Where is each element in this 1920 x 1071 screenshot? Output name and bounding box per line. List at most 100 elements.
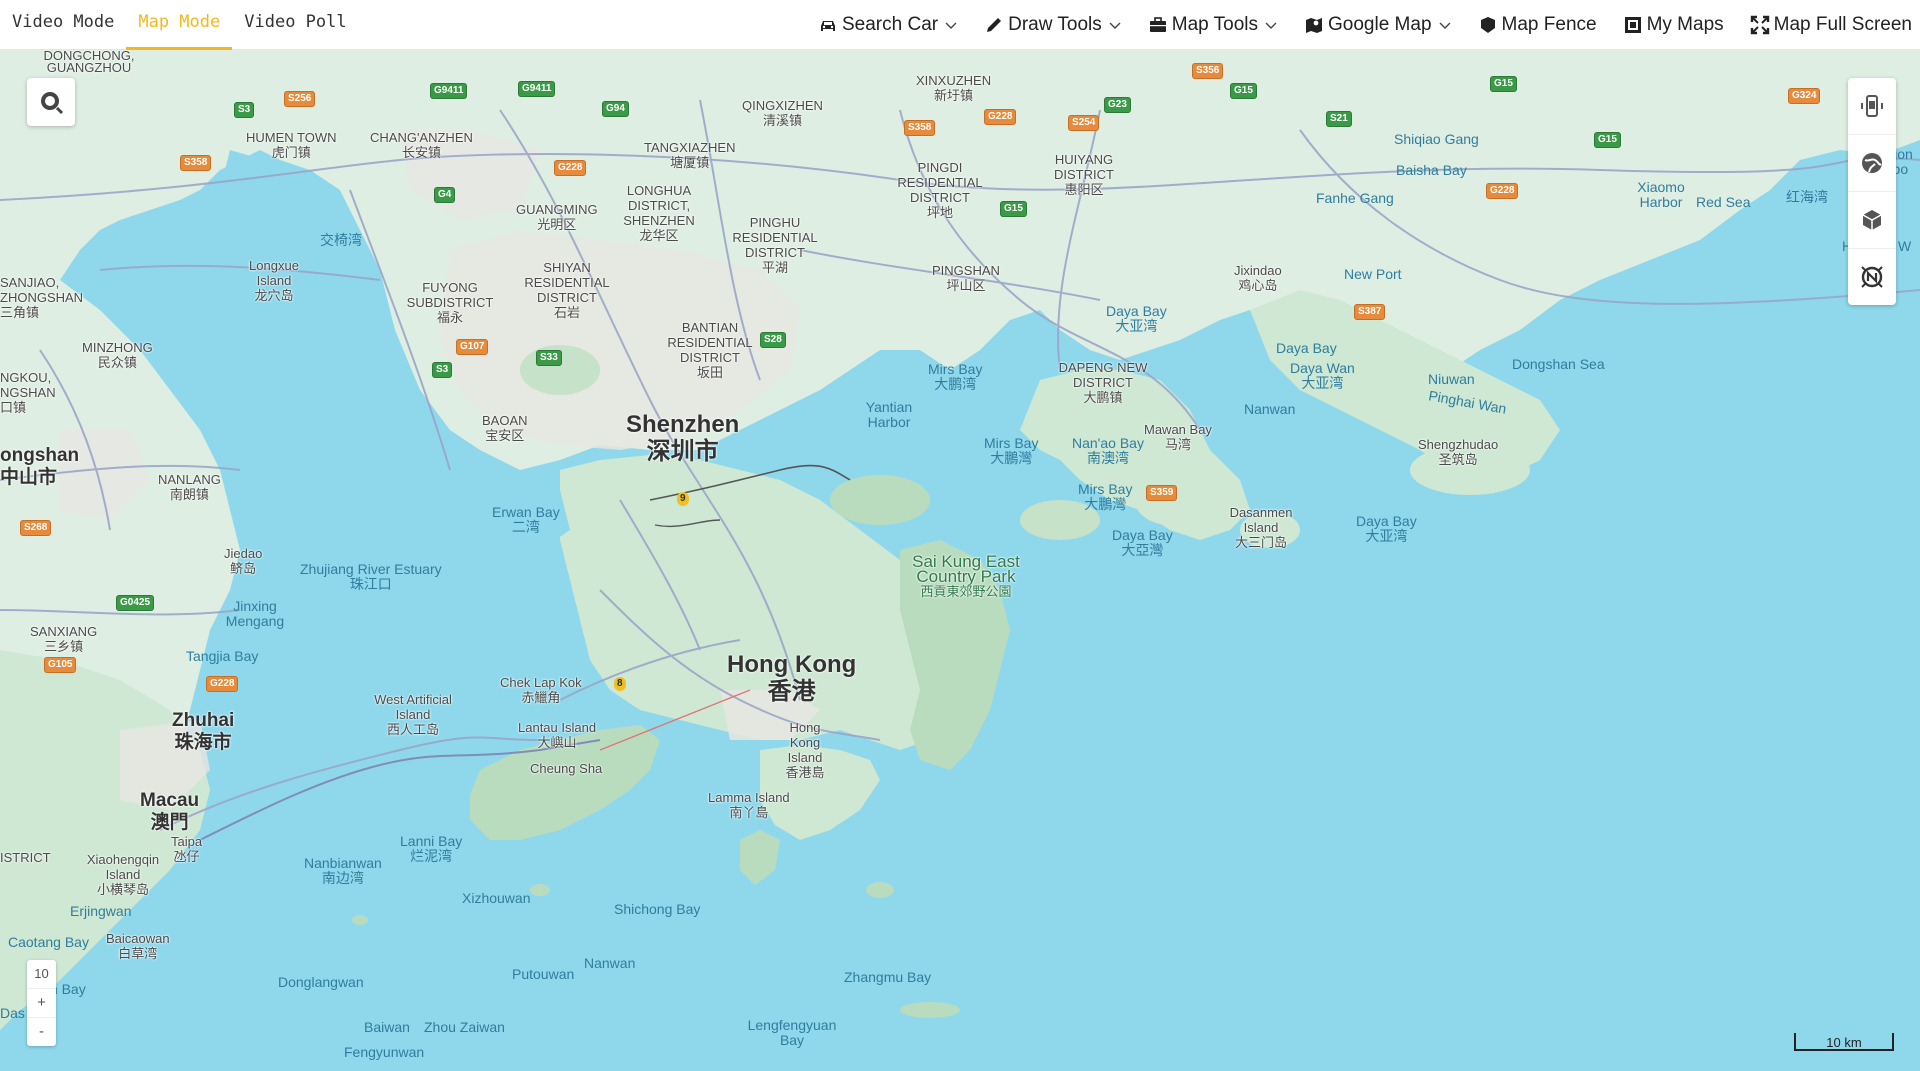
map-label-longxue: Longxue Island 龙穴岛 — [249, 258, 299, 303]
road-shield: S256 — [284, 91, 316, 107]
map-label-chek-lap-kok: Chek Lap Kok 赤鱲角 — [500, 675, 582, 705]
toolbox-icon — [1149, 17, 1166, 32]
tab-video-mode[interactable]: Video Mode — [0, 0, 126, 50]
map-label-zhou-zaiwan: Zhou Zaiwan — [424, 1019, 505, 1035]
map-tools-button[interactable]: Map Tools — [1148, 14, 1278, 36]
chevron-down-icon — [1439, 22, 1451, 29]
cube-icon — [1862, 210, 1882, 230]
map-label-cheung-sha: Cheung Sha — [530, 761, 603, 776]
map-label-erjingwan: Erjingwan — [70, 903, 132, 919]
map-label-mirs-bay-3: Mirs Bay 大鵬灣 — [1078, 481, 1133, 512]
draw-tools-button[interactable]: Draw Tools — [984, 14, 1122, 36]
map-label-sanjiao: SANJIAO, ZHONGSHAN 三角镇 — [0, 275, 84, 320]
map-label-nanlang: NANLANG 南朗镇 — [158, 472, 221, 502]
map-label-xizhouwan: Xizhouwan — [462, 890, 531, 906]
my-maps-label: My Maps — [1646, 14, 1724, 35]
map-label-jixindao: Jixindao 鸡心岛 — [1234, 263, 1282, 293]
car-icon — [821, 21, 835, 31]
map-label-pingdi: PINGDI RESIDENTIAL DISTRICT 坪地 — [897, 160, 983, 220]
map-label-lantau: Lantau Island 大嶼山 — [518, 720, 597, 750]
map-label-new-port: New Port — [1344, 266, 1402, 282]
road-shield: S3 — [234, 102, 255, 118]
road-shield: S268 — [20, 520, 52, 536]
map-label-mirs-bay-1: Mirs Bay 大鹏湾 — [928, 361, 983, 392]
map-label-daya-bay-1: Daya Bay 大亚湾 — [1106, 303, 1167, 334]
map-canvas[interactable]: Shenzhen 深圳市 Hong Kong 香港 Zhuhai 珠海市 Macau 澳… — [0, 50, 1920, 1071]
road-shield: G228 — [984, 109, 1017, 125]
road-shield: S21 — [1326, 111, 1352, 127]
my-maps-icon — [1624, 17, 1641, 33]
road-shield: S28 — [760, 332, 786, 348]
satellite-button[interactable] — [1848, 135, 1896, 192]
road-shield: G9411 — [430, 83, 468, 99]
map-label-dasanmen: Dasanmen Island 大三门岛 — [1229, 505, 1293, 550]
road-shield: S356 — [1192, 63, 1224, 79]
map-search-button[interactable] — [27, 78, 75, 126]
map-label-zhangmu-bay: Zhangmu Bay — [844, 969, 932, 985]
map-label-putouwan: Putouwan — [512, 966, 575, 982]
draw-tools-label: Draw Tools — [1008, 14, 1102, 35]
road-shield: G94 — [602, 101, 629, 117]
map-label-fanhe-gang: Fanhe Gang — [1316, 190, 1394, 206]
map-label-shengzhudao: Shengzhudao 圣筑岛 — [1418, 437, 1499, 467]
map-label-sai-kung: Sai Kung East Country Park 西貢東郊野公園 — [912, 552, 1020, 599]
fence-icon — [1480, 17, 1495, 33]
map-label-pingshan: PINGSHAN 坪山区 — [932, 263, 1000, 293]
zoom-in-button[interactable]: + — [27, 988, 56, 1017]
map-label-dongshan-sea: Dongshan Sea — [1512, 356, 1605, 372]
road-shield: S358 — [180, 155, 212, 171]
road-shield: G105 — [44, 657, 77, 673]
road-shield: G4 — [434, 187, 456, 203]
map-fence-label: Map Fence — [1501, 14, 1597, 35]
map-label-red-sea-zh: 红海湾 — [1786, 189, 1828, 205]
map-label-huiyang: HUIYANG DISTRICT 惠阳区 — [1054, 152, 1114, 197]
map-label-shenzhen: Shenzhen 深圳市 — [626, 411, 740, 465]
google-map-button[interactable]: Google Map — [1304, 14, 1452, 36]
compass-button[interactable] — [1848, 249, 1896, 305]
map-label-shiyan: SHIYAN RESIDENTIAL DISTRICT 石岩 — [524, 260, 610, 320]
road-shield: 8 — [614, 677, 626, 691]
map-full-screen-label: Map Full Screen — [1773, 14, 1912, 35]
map-label-guangming: GUANGMING 光明区 — [516, 202, 598, 232]
road-shield: G15 — [1594, 132, 1621, 148]
map-label-macau: Macau 澳門 — [140, 790, 200, 833]
map-label-nanbianwan: Nanbianwan 南边湾 — [304, 855, 382, 886]
map-label-baicaowan: Baicaowan 白草湾 — [106, 931, 170, 961]
chevron-down-icon — [1109, 22, 1121, 29]
zoom-out-button[interactable]: - — [27, 1017, 56, 1046]
map-label-dapeng: DAPENG NEW DISTRICT 大鹏镇 — [1058, 360, 1148, 405]
map-right-controls — [1848, 78, 1896, 305]
road-shield: G15 — [1230, 83, 1257, 99]
chevron-down-icon — [1265, 22, 1277, 29]
device-button[interactable] — [1848, 78, 1896, 135]
map-full-screen-button[interactable]: Map Full Screen — [1750, 14, 1912, 36]
map-label-daya-bay-2: Daya Bay 大亞灣 — [1112, 527, 1173, 558]
tab-video-poll[interactable]: Video Poll — [232, 0, 358, 50]
map-label-nangkou: NGKOU, NGSHAN 口镇 — [0, 370, 56, 415]
map-label-jinxing: Jinxing Mengang — [225, 598, 285, 629]
road-shield: 9 — [677, 492, 689, 506]
map-label-daya-wan: Daya Wan 大亚湾 — [1290, 360, 1355, 391]
map-label-nanao-bay: Nan'ao Bay 南澳湾 — [1072, 435, 1144, 466]
tab-map-mode[interactable]: Map Mode — [126, 0, 233, 50]
road-shield: S358 — [904, 120, 936, 136]
3d-view-button[interactable] — [1848, 192, 1896, 249]
map-label-fengyunwan: Fengyunwan — [344, 1044, 425, 1060]
search-car-button[interactable]: Search Car — [818, 14, 958, 36]
search-icon — [41, 92, 64, 115]
map-label-zhuhai: Zhuhai 珠海市 — [172, 710, 235, 753]
map-tools-label: Map Tools — [1171, 14, 1259, 35]
zoom-level: 10 — [34, 966, 49, 981]
road-shield: G228 — [206, 676, 239, 692]
road-shield: S3 — [432, 362, 453, 378]
map-label-jiaoyiwan: 交椅湾 — [320, 232, 362, 248]
road-shield: G0425 — [116, 595, 155, 611]
map-label-shiqiao-gang: Shiqiao Gang — [1394, 131, 1479, 147]
map-fence-button[interactable]: Map Fence — [1478, 14, 1597, 36]
map-label-red-sea: Red Sea — [1696, 194, 1751, 210]
my-maps-button[interactable]: My Maps — [1623, 14, 1724, 36]
map-label-hk-island: Hong Kong Island 香港島 — [785, 720, 825, 780]
google-map-label: Google Map — [1328, 14, 1432, 35]
top-toolbar: Video Mode Map Mode Video Poll Search Ca… — [0, 0, 1920, 50]
map-label-mirs-bay-2: Mirs Bay 大鵬灣 — [984, 435, 1039, 466]
